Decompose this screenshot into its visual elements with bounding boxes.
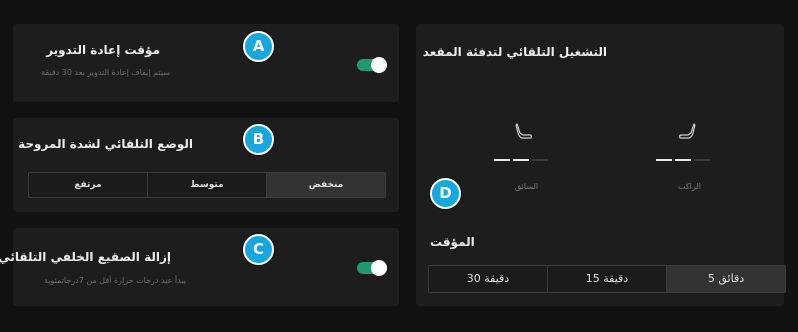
heat-level-bar xyxy=(532,159,548,161)
heat-level-bar xyxy=(694,159,710,161)
fan-speed-title: الوضع التلقائي لشدة المروحة xyxy=(18,137,193,151)
annotation-badge-d: D xyxy=(430,178,461,209)
rear-defrost-panel xyxy=(13,228,399,306)
toggle-knob xyxy=(371,57,387,73)
timer-title: المؤقت xyxy=(430,235,475,249)
heat-level-bar xyxy=(513,159,529,161)
driver-heat-level[interactable] xyxy=(494,159,548,161)
heat-level-bar xyxy=(494,159,510,161)
driver-label: السائق xyxy=(515,182,539,191)
heat-level-bar xyxy=(656,159,672,161)
rear-defrost-subtitle: يبدأ عند درجات حرارة أقل من 7درجاتمئوية xyxy=(44,276,186,285)
toggle-knob xyxy=(371,260,387,276)
recirculation-timer-panel xyxy=(13,24,399,102)
timer-selector: 30 دقيقة 15 دقيقة 5 دقائق xyxy=(428,265,786,293)
seat-heating-title: التشغيل التلقائي لتدفئة المقعد xyxy=(422,45,607,59)
fan-option-high[interactable]: مرتفع xyxy=(29,173,147,197)
rear-defrost-toggle[interactable] xyxy=(357,260,387,276)
timer-option-30-min[interactable]: 30 دقيقة xyxy=(429,266,547,292)
passenger-label: الراكب xyxy=(678,182,701,191)
annotation-badge-c: C xyxy=(243,234,274,265)
rear-defrost-title: إزالة الصقيع الخلفي التلقائي xyxy=(0,250,171,264)
timer-option-5-min[interactable]: 5 دقائق xyxy=(666,266,785,292)
seat-heating-panel xyxy=(416,24,784,306)
fan-speed-selector: مرتفع متوسط منخفض xyxy=(28,172,386,198)
annotation-badge-b: B xyxy=(243,124,274,155)
heat-level-bar xyxy=(675,159,691,161)
passenger-heat-level[interactable] xyxy=(656,159,710,161)
seat-driver-icon[interactable] xyxy=(514,122,534,142)
fan-option-low[interactable]: منخفض xyxy=(266,173,385,197)
fan-option-medium[interactable]: متوسط xyxy=(147,173,266,197)
annotation-badge-a: A xyxy=(243,31,274,62)
timer-option-15-min[interactable]: 15 دقيقة xyxy=(547,266,666,292)
recirculation-timer-title: مؤقت إعادة التدوير xyxy=(46,43,160,57)
seat-passenger-icon[interactable] xyxy=(677,122,697,142)
recirculation-timer-subtitle: سيتم إيقاف إعادة التدوير بعد 30 دقيقة xyxy=(41,68,170,77)
recirculation-timer-toggle[interactable] xyxy=(357,57,387,73)
